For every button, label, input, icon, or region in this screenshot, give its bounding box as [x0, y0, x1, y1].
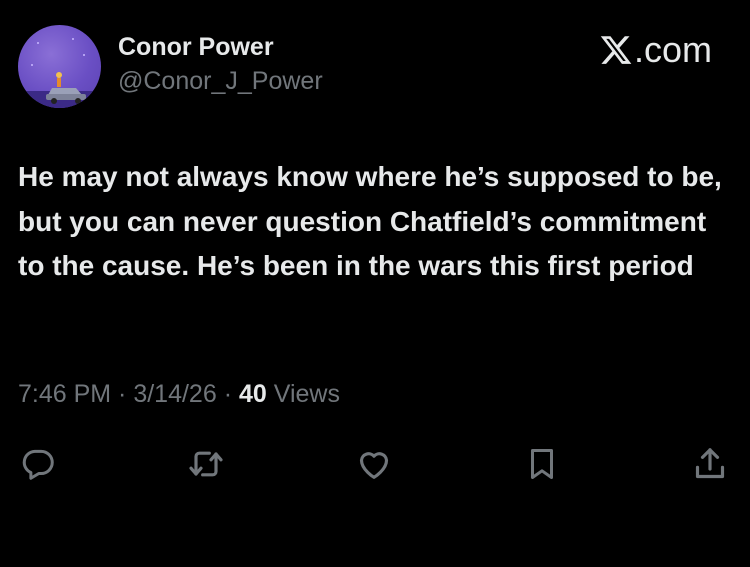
like-button[interactable]	[352, 442, 396, 486]
views-count[interactable]: 40	[239, 380, 267, 408]
action-bar	[0, 442, 750, 486]
avatar[interactable]	[18, 25, 101, 108]
user-handle[interactable]: @Conor_J_Power	[118, 67, 323, 96]
share-icon	[695, 448, 725, 479]
tweet-date[interactable]: 3/14/26	[133, 380, 216, 408]
reply-button[interactable]	[16, 442, 60, 486]
brand-domain: .com	[633, 29, 712, 70]
brand-watermark: .com	[599, 30, 712, 70]
tweet-time[interactable]: 7:46 PM	[18, 380, 111, 408]
share-button[interactable]	[688, 442, 732, 486]
retweet-icon	[189, 451, 223, 477]
like-icon	[359, 452, 389, 479]
display-name[interactable]: Conor Power	[118, 33, 274, 62]
avatar-image	[18, 38, 101, 108]
bookmark-icon	[530, 449, 554, 479]
x-logo-icon	[600, 36, 632, 64]
meta-separator: ·	[111, 380, 134, 408]
meta-separator: ·	[216, 380, 239, 408]
views-label: Views	[266, 380, 340, 408]
tweet-meta: 7:46 PM · 3/14/26 · 40 Views	[18, 380, 340, 409]
retweet-button[interactable]	[184, 442, 228, 486]
reply-icon	[22, 449, 54, 480]
tweet-text: He may not always know where he’s suppos…	[18, 161, 722, 281]
bookmark-button[interactable]	[520, 442, 564, 486]
